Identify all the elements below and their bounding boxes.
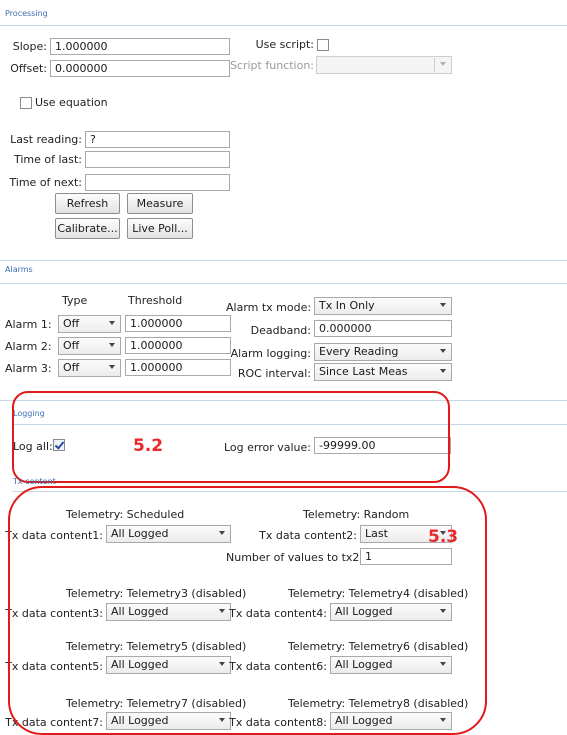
chevron-down-icon <box>109 365 115 369</box>
chevron-down-icon <box>109 321 115 325</box>
chevron-down-icon <box>109 343 115 347</box>
time-of-next-input[interactable] <box>85 174 230 191</box>
script-function-separator <box>434 58 435 72</box>
chevron-down-icon <box>440 62 446 66</box>
alarm-logging-select[interactable]: Every Reading <box>314 343 452 361</box>
refresh-button[interactable]: Refresh <box>55 193 120 214</box>
alarm-2-type-value: Off <box>63 339 80 352</box>
use-script-checkbox[interactable] <box>317 39 329 51</box>
last-reading-input[interactable]: ? <box>85 131 230 148</box>
use-script-label: Use script: <box>255 38 314 51</box>
alarms-divider <box>0 283 567 284</box>
alarm-2-type-select[interactable]: Off <box>58 337 121 355</box>
chevron-down-icon <box>440 349 446 353</box>
script-function-label: Script function: <box>229 59 314 72</box>
alarm-3-label: Alarm 3: <box>5 362 52 375</box>
last-reading-label: Last reading: <box>10 133 82 146</box>
alarm-tx-mode-select[interactable]: Tx In Only <box>314 297 452 315</box>
script-function-select[interactable] <box>316 56 452 74</box>
offset-input[interactable]: 0.000000 <box>50 60 230 77</box>
roc-interval-label: ROC interval: <box>237 367 311 380</box>
deadband-label: Deadband: <box>250 324 311 337</box>
processing-divider <box>0 25 567 26</box>
roc-interval-select[interactable]: Since Last Meas <box>314 363 452 381</box>
slope-label: Slope: <box>12 40 47 53</box>
calibrate-button[interactable]: Calibrate... <box>55 218 120 239</box>
logging-highlight-box <box>12 391 450 483</box>
alarm-type-header: Type <box>62 294 88 307</box>
alarm-3-type-value: Off <box>63 361 80 374</box>
chevron-down-icon <box>440 369 446 373</box>
alarm-tx-mode-label: Alarm tx mode: <box>226 301 312 314</box>
chevron-down-icon <box>440 303 446 307</box>
offset-label: Offset: <box>10 62 47 75</box>
roc-interval-value: Since Last Meas <box>319 365 408 378</box>
live-poll-button[interactable]: Live Poll... <box>127 218 193 239</box>
measure-button[interactable]: Measure <box>127 193 193 214</box>
alarm-2-label: Alarm 2: <box>5 340 52 353</box>
deadband-input[interactable]: 0.000000 <box>314 320 452 337</box>
processing-section-title: Processing <box>5 9 48 18</box>
alarm-1-type-value: Off <box>63 317 80 330</box>
alarms-section-title: Alarms <box>5 265 33 274</box>
alarm-3-threshold-input[interactable]: 1.000000 <box>125 359 231 376</box>
alarm-tx-mode-value: Tx In Only <box>319 299 375 312</box>
time-of-next-label: Time of next: <box>9 176 82 189</box>
alarm-1-threshold-input[interactable]: 1.000000 <box>125 315 231 332</box>
slope-input[interactable]: 1.000000 <box>50 38 230 55</box>
use-equation-label[interactable]: Use equation <box>35 96 108 109</box>
use-equation-checkbox[interactable] <box>20 97 32 109</box>
alarm-threshold-header: Threshold <box>128 294 183 307</box>
time-of-last-input[interactable] <box>85 151 230 168</box>
tx-content-highlight-box <box>8 486 487 735</box>
alarm-1-type-select[interactable]: Off <box>58 315 121 333</box>
tx-content-section-title: Tx content <box>13 477 56 486</box>
alarm-3-type-select[interactable]: Off <box>58 359 121 377</box>
alarms-divider-top <box>0 260 567 261</box>
time-of-last-label: Time of last: <box>13 153 82 166</box>
alarm-logging-label: Alarm logging: <box>230 347 311 360</box>
alarm-1-label: Alarm 1: <box>5 318 52 331</box>
alarm-logging-value: Every Reading <box>319 345 399 358</box>
